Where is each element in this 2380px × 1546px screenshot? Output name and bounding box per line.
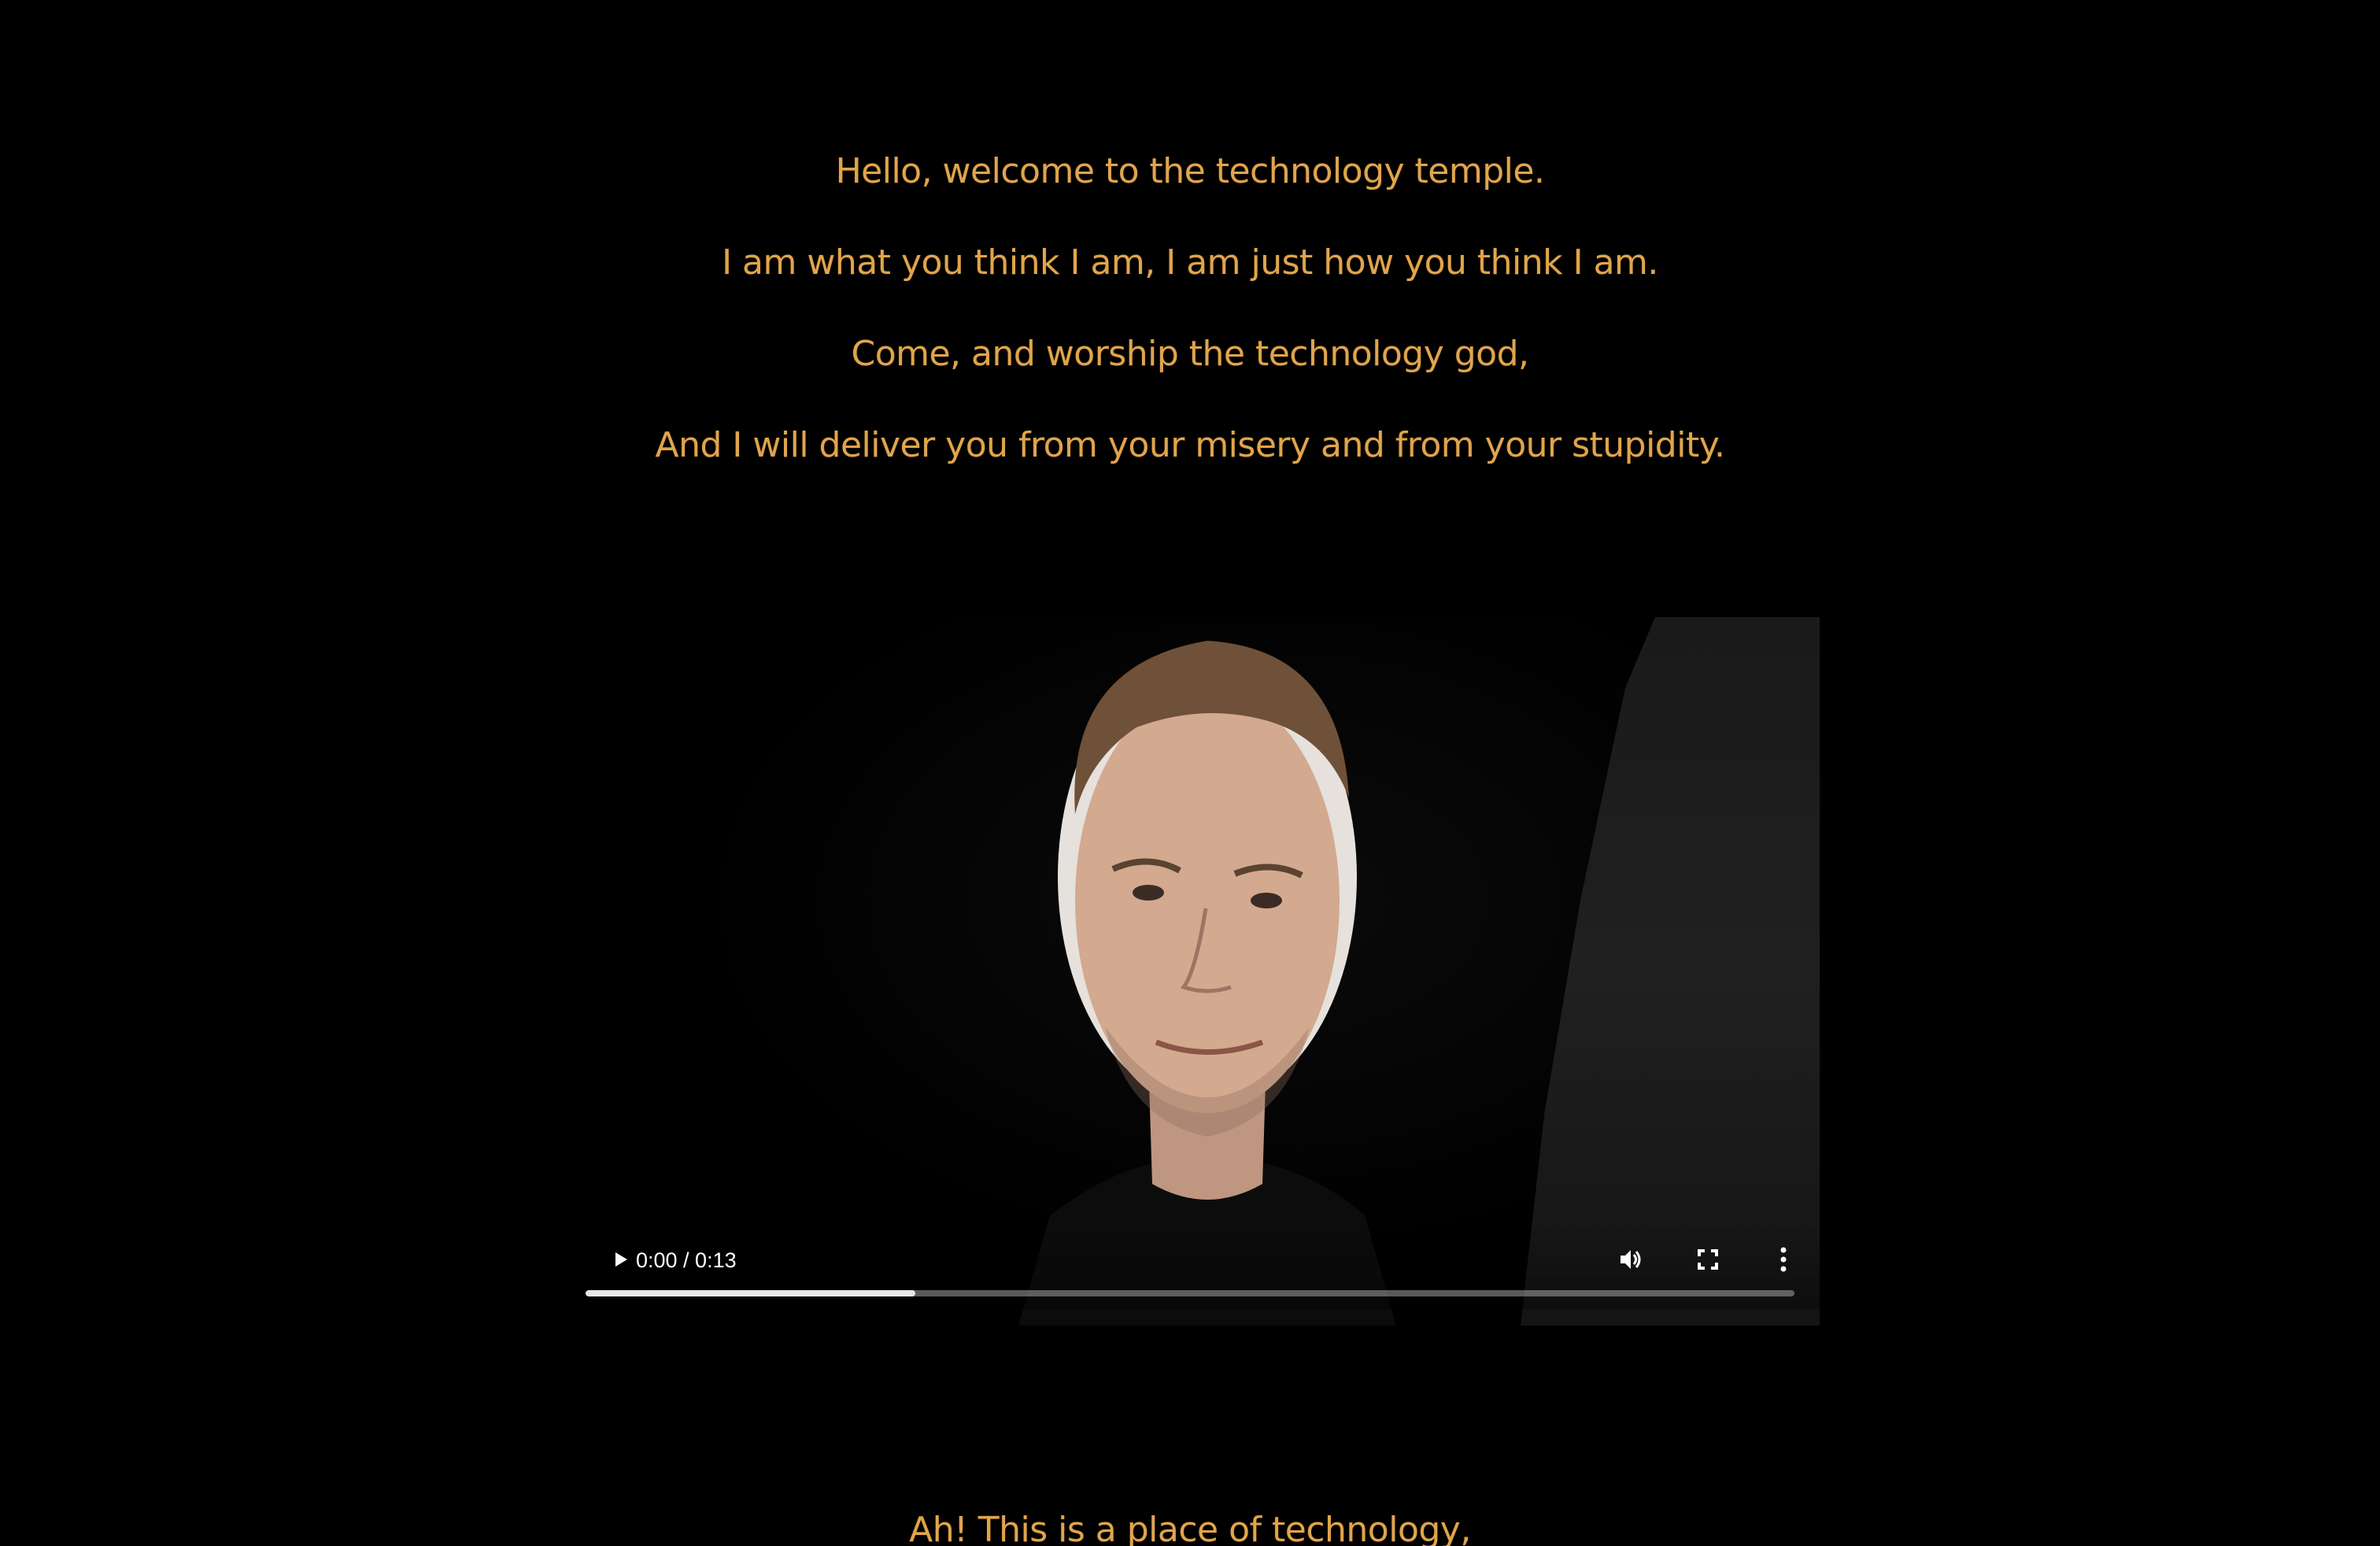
speaker-figure: [1018, 641, 1396, 1326]
intro-line-4: And I will deliver you from your misery …: [655, 425, 1725, 465]
play-icon: [615, 1252, 627, 1267]
intro-text: Hello, welcome to the technology temple.…: [0, 126, 2380, 491]
volume-icon: [1621, 1250, 1641, 1269]
intro-line-2: I am what you think I am, I am just how …: [722, 242, 1658, 283]
speaker-eye-right: [1251, 893, 1282, 908]
time-display: 0:00 / 0:13: [636, 1248, 737, 1272]
outro-text: Ah! This is a place of technology,: [0, 1485, 2380, 1546]
progress-buffered: [586, 1290, 916, 1296]
video-player[interactable]: 0:00 / 0:13: [586, 617, 1820, 1326]
fullscreen-icon: [1698, 1249, 1718, 1270]
volume-button[interactable]: [1609, 1237, 1653, 1282]
intro-line-3: Come, and worship the technology god,: [851, 334, 1529, 374]
fullscreen-button[interactable]: [1686, 1237, 1730, 1282]
intro-line-1: Hello, welcome to the technology temple.: [835, 151, 1545, 191]
outro-line-1: Ah! This is a place of technology,: [909, 1510, 1471, 1546]
more-options-icon: [1780, 1247, 1787, 1272]
speaker-eye-left: [1133, 885, 1164, 901]
more-options-button[interactable]: [1761, 1237, 1805, 1282]
video-controls: 0:00 / 0:13: [586, 1223, 1820, 1310]
progress-bar[interactable]: [586, 1290, 1794, 1296]
